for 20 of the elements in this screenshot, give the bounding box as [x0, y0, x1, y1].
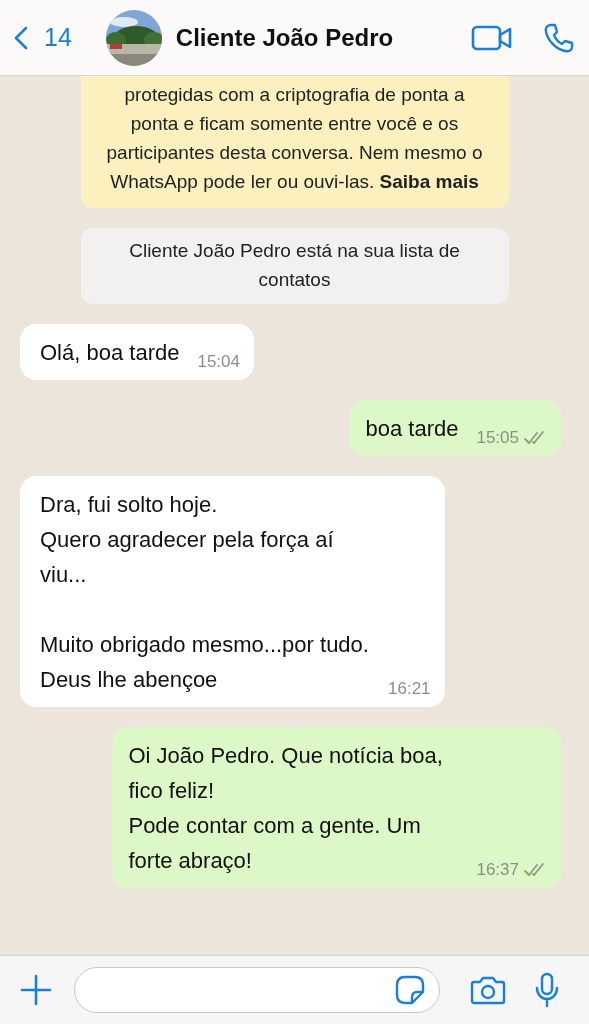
- message-text: boa tarde: [365, 415, 459, 443]
- video-call-icon[interactable]: [471, 23, 513, 52]
- message-text: Dra, fui solto hoje. Quero agradecer pela força aí viu... Muito obrigado mesmo...por tudo. Deus lhe abençoe: [40, 491, 370, 694]
- plus-icon[interactable]: [20, 974, 52, 1006]
- contact-name[interactable]: Cliente João Pedro: [175, 23, 441, 52]
- message-time: 16:37: [476, 860, 519, 880]
- contact-notice: Cliente João Pedro está na sua lista de contatos: [80, 228, 509, 304]
- message-text: Olá, boa tarde: [40, 339, 180, 367]
- phone-icon[interactable]: [543, 21, 575, 54]
- encryption-notice: protegidas com a criptografia de ponta a ponta e ficam somente entre você e os participantes desta conversa. Nem mesmo o WhatsApp pode ler ou ouvi-las. Saiba mais: [80, 76, 509, 208]
- message-text: Oi João Pedro. Que notícia boa, fico feliz! Pode contar com a gente. Um forte abraço!: [128, 742, 444, 875]
- microphone-icon[interactable]: [534, 972, 560, 1008]
- back-button[interactable]: 14: [14, 23, 72, 52]
- message-time: 15:04: [197, 352, 240, 372]
- message-field[interactable]: [74, 967, 440, 1013]
- camera-icon[interactable]: [470, 974, 506, 1006]
- back-icon: [14, 25, 28, 50]
- message-time: 15:05: [476, 428, 519, 448]
- sticker-icon[interactable]: [395, 975, 425, 1005]
- message-time: 16:21: [388, 679, 431, 699]
